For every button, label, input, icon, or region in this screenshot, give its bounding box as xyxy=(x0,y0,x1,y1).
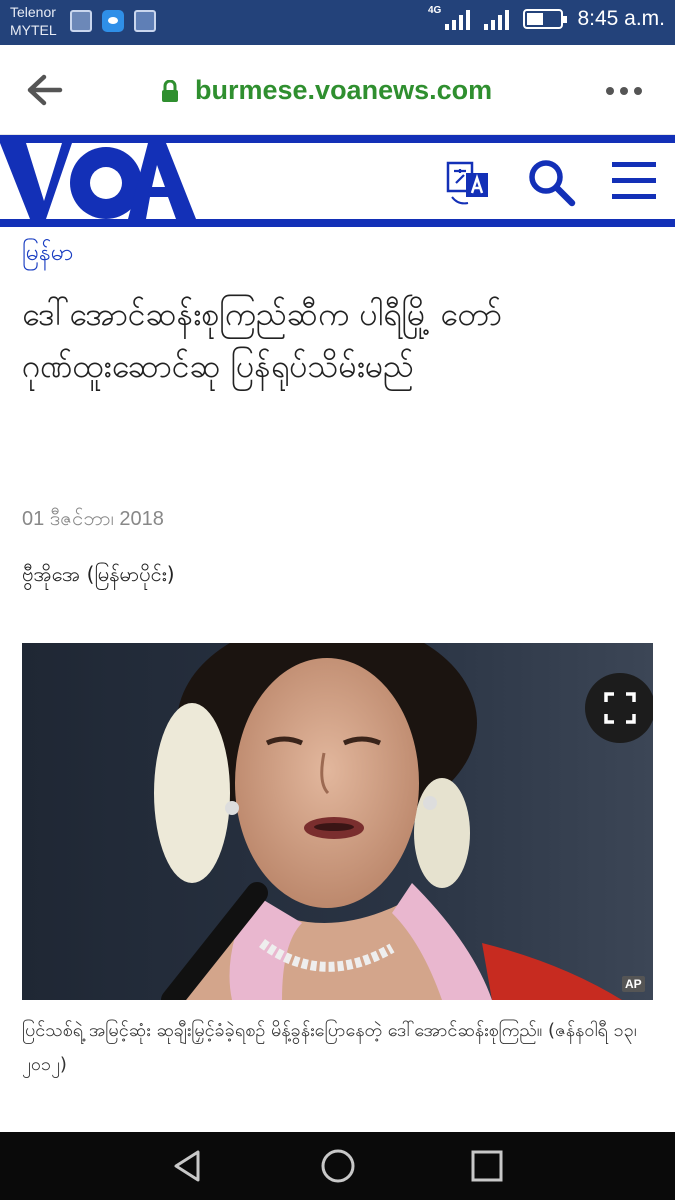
lock-icon[interactable] xyxy=(160,80,180,102)
back-arrow-icon[interactable] xyxy=(24,73,64,107)
battery-icon xyxy=(523,9,568,29)
home-circle-icon[interactable] xyxy=(318,1146,358,1186)
signal-icon xyxy=(445,8,471,30)
clock: 8:45 a.m. xyxy=(577,7,665,30)
article-byline: ဗွီအိုအေ (မြန်မာပိုင်း) xyxy=(22,562,175,586)
portrait-image xyxy=(22,643,653,1000)
signal-icon-2 xyxy=(484,8,510,30)
url-field[interactable]: burmese.voanews.com xyxy=(195,73,492,107)
photo-icon xyxy=(134,10,156,32)
recents-square-icon[interactable] xyxy=(467,1146,507,1186)
article-photo[interactable]: AP xyxy=(22,643,653,1000)
translate-icon[interactable] xyxy=(444,157,492,209)
carrier-name: Telenor MYTEL xyxy=(10,3,57,39)
site-header xyxy=(0,135,675,230)
status-bar: Telenor MYTEL 4G 8:45 a.m. xyxy=(0,0,675,45)
browser-toolbar: burmese.voanews.com xyxy=(0,45,675,135)
fullscreen-icon xyxy=(604,692,636,724)
back-triangle-icon[interactable] xyxy=(168,1146,208,1186)
status-right: 8:45 a.m. xyxy=(445,7,665,31)
photo-credit: AP xyxy=(622,976,645,992)
header-top-band xyxy=(0,135,675,143)
carrier-line-1: Telenor xyxy=(10,4,56,20)
more-options-icon[interactable] xyxy=(606,87,642,95)
article-date: 01 ဒီဇင်ဘာ၊ 2018 xyxy=(22,508,164,530)
article-headline: ဒေါ်အောင်ဆန်းစုကြည်ဆီက ပါရီမြို့ တော်ဂုဏ… xyxy=(22,295,502,385)
voa-logo[interactable] xyxy=(0,143,200,219)
network-label: 4G xyxy=(428,5,442,16)
section-link[interactable]: မြန်မာ xyxy=(22,238,74,268)
expand-button[interactable] xyxy=(585,673,653,743)
menu-icon[interactable] xyxy=(610,160,658,202)
system-nav-bar xyxy=(0,1132,675,1200)
carrier-line-2: MYTEL xyxy=(10,22,57,38)
gallery-icon xyxy=(70,10,92,32)
header-bottom-band xyxy=(0,219,675,227)
messenger-icon xyxy=(102,10,124,32)
search-icon[interactable] xyxy=(526,157,576,207)
photo-caption: ပြင်သစ်ရဲ့ အမြင့်ဆုံး ဆုချီးမြှင့်ခံခဲ့ရ… xyxy=(22,1020,637,1075)
notification-icons xyxy=(70,10,156,32)
